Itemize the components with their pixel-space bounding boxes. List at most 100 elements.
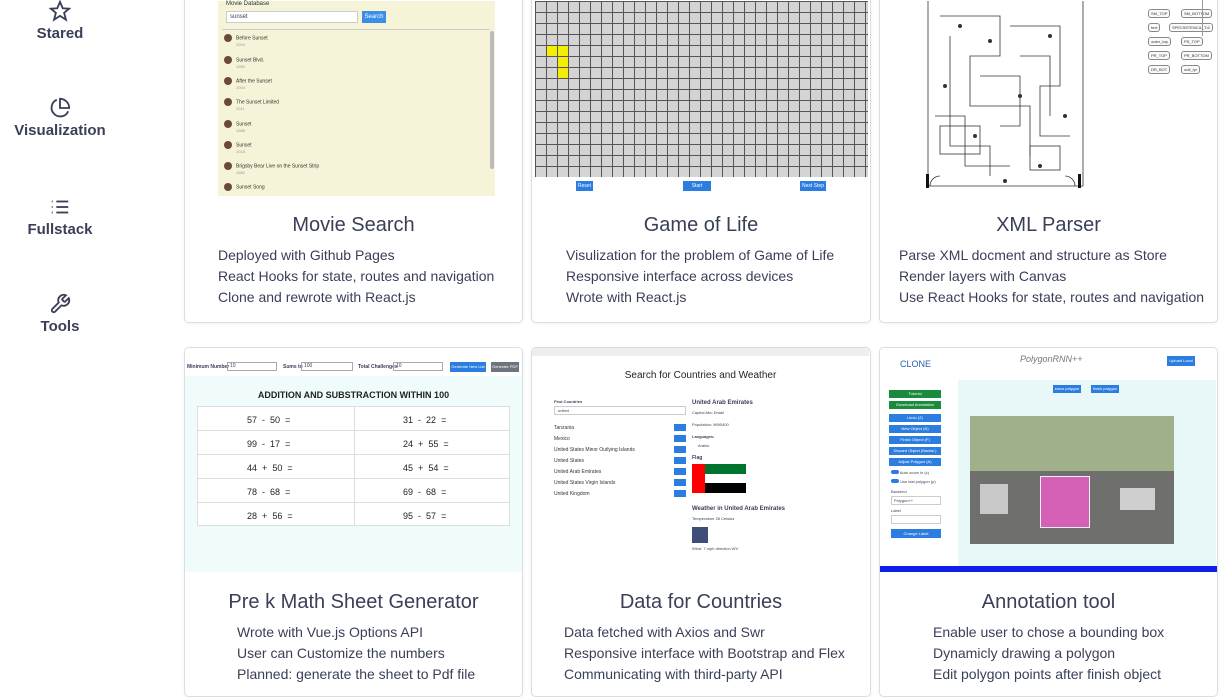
project-screenshot: Movie Database sunset Search Before Suns… xyxy=(185,0,522,196)
feature-list: Parse XML docment and structure as Store… xyxy=(899,245,1204,308)
feature-item: Responsive interface across devices xyxy=(566,268,794,284)
detail-title: United Arab Emirates xyxy=(692,400,753,406)
project-card-movie-search[interactable]: Movie Database sunset Search Before Suns… xyxy=(184,0,523,323)
countries-preview: Search for Countries and Weather Find Co… xyxy=(532,348,869,572)
project-card-countries[interactable]: Search for Countries and Weather Find Co… xyxy=(531,347,871,697)
weather-title: Weather in United Arab Emirates xyxy=(692,506,786,512)
pie-chart-icon xyxy=(50,97,71,118)
list-item: The Sunset Limited 2011 xyxy=(224,98,279,111)
project-card-xml-parser[interactable]: SM_TOP SM_BOTTOM text SPEC5STENCIL_T.6 o… xyxy=(879,0,1218,323)
start-button: Start xyxy=(683,181,711,191)
feature-list: Enable user to chose a bounding box Dyna… xyxy=(933,622,1164,685)
change-label-button: Change Label xyxy=(891,529,941,538)
layer-tag: PR_BOTTOM xyxy=(1181,51,1212,60)
live-cell xyxy=(558,68,568,78)
annotation-preview: CLONE PolygonRNN++ Upload Local show pol… xyxy=(880,348,1217,572)
feature-item: Enable user to chose a bounding box xyxy=(933,624,1165,640)
math-problem: 45 + 54 = xyxy=(403,463,449,473)
xml-pcb-preview: SM_TOP SM_BOTTOM text SPEC5STENCIL_T.6 o… xyxy=(880,0,1217,191)
list-item: United States Virgin Islands xyxy=(554,479,686,486)
project-card-annotation[interactable]: CLONE PolygonRNN++ Upload Local show pol… xyxy=(879,347,1218,697)
feature-item: Wrote with Vue.js Options API xyxy=(237,624,423,640)
sidebar-item-label: Stared xyxy=(36,25,84,42)
bottom-bar xyxy=(880,566,1217,572)
feature-list: Data fetched with Axios and Swr Responsi… xyxy=(564,622,845,685)
preview-search-input: sunset xyxy=(226,11,358,23)
project-screenshot: Minimum Number 10 Sums to 100 Total Chal… xyxy=(185,348,522,574)
feature-item: Responsive interface with Bootstrap and … xyxy=(564,645,845,661)
reset-button: Reset xyxy=(576,181,593,191)
feature-item: Wrote with React.js xyxy=(566,289,687,305)
sidebar-item-fullstack[interactable]: Fullstack xyxy=(0,196,120,238)
browser-bar xyxy=(532,348,869,356)
math-problem: 95 - 57 = xyxy=(403,511,447,521)
language-item: Arabic xyxy=(698,443,710,448)
sidebar-item-visualization[interactable]: Visualization xyxy=(0,97,120,139)
list-icon xyxy=(51,200,69,214)
pcb-drawing xyxy=(926,1,1084,188)
feature-item: Use React Hooks for state, routes and na… xyxy=(899,289,1205,305)
project-card-game-of-life[interactable]: Reset Start Next Step Game of Life Visul… xyxy=(531,0,871,323)
adjust-polygon-button: Adjust Polygon (A) xyxy=(889,458,941,466)
preview-search-button: Search xyxy=(362,11,386,23)
layer-tag: DR_BOT xyxy=(1148,65,1171,74)
math-problem: 69 - 68 = xyxy=(403,487,447,497)
toggle-last-polygon: Use last polygon (p) xyxy=(891,479,936,484)
layer-tag: SM_TOP xyxy=(1148,9,1171,18)
feature-item: Visulization for the problem of Game of … xyxy=(566,247,835,263)
sidebar-item-stared[interactable]: Stared xyxy=(0,0,120,42)
scrollbar xyxy=(490,31,494,169)
list-item: United Kingdom xyxy=(554,490,686,497)
feature-list: Deployed with Github Pages React Hooks f… xyxy=(218,245,494,308)
flag-label: Flag xyxy=(692,455,703,461)
finish-object-button: Finish Object (F) xyxy=(889,436,941,444)
finish-polygon-button: finish polygon xyxy=(1091,385,1119,393)
math-problem: 78 - 68 = xyxy=(247,487,291,497)
next-step-button: Next Step xyxy=(800,181,826,191)
sidebar-item-tools[interactable]: Tools xyxy=(0,293,120,335)
card-title: Movie Search xyxy=(292,214,415,236)
capital-text: Capital Abu Dhabi xyxy=(692,410,725,415)
list-item: Mexico xyxy=(554,435,686,442)
backend-select: Polygon++ xyxy=(891,496,941,505)
layer-tag: outl_lyr xyxy=(1181,65,1200,74)
list-item: United States Minor Outlying Islands xyxy=(554,446,686,453)
game-grid xyxy=(535,1,868,177)
weather-icon xyxy=(692,527,708,543)
feature-item: Deployed with Github Pages xyxy=(218,247,395,263)
layer-tag: SPEC5STENCIL_T.6 xyxy=(1169,23,1213,32)
languages-label: Languages: xyxy=(692,434,715,439)
card-title: Data for Countries xyxy=(619,591,783,613)
layer-tag: text xyxy=(1148,23,1161,32)
live-cell xyxy=(558,57,568,67)
project-screenshot: Search for Countries and Weather Find Co… xyxy=(532,348,870,574)
find-label: Find Countries xyxy=(554,399,583,404)
list-item: United Arab Emirates xyxy=(554,468,686,475)
math-sheet-preview: Minimum Number 10 Sums to 100 Total Chal… xyxy=(185,348,522,572)
upload-button: Upload Local xyxy=(1167,356,1195,366)
find-input: united xyxy=(554,406,686,415)
feature-item: Data fetched with Axios and Swr xyxy=(564,624,765,640)
list-item: Brigsby Bear Live on the Sunset Strip 198… xyxy=(224,162,319,175)
live-cell xyxy=(547,46,557,56)
feature-item: Render layers with Canvas xyxy=(899,268,1067,284)
layer-tag: PR_TOP xyxy=(1148,51,1170,60)
feature-item: Communicating with third-party API xyxy=(564,666,783,682)
feature-item: Dynamicly drawing a polygon xyxy=(933,645,1116,661)
problem-grid xyxy=(197,406,510,526)
feature-item: User can Customize the numbers xyxy=(237,645,445,661)
math-problem: 44 + 50 = xyxy=(247,463,293,473)
discard-object-button: Discard Object (Backsl.) xyxy=(889,447,941,455)
list-item: United States xyxy=(554,457,686,464)
uae-flag xyxy=(692,464,746,493)
toggle-auto-zoom: Auto zoom in (z) xyxy=(891,470,929,475)
list-item: Before Sunset 2004 xyxy=(224,34,268,47)
card-title: Annotation tool xyxy=(981,591,1116,613)
feature-item: React Hooks for state, routes and naviga… xyxy=(218,268,495,284)
math-problem: 31 - 22 = xyxy=(403,415,447,425)
list-item: Sunset Song xyxy=(224,183,265,191)
project-card-math-sheet[interactable]: Minimum Number 10 Sums to 100 Total Chal… xyxy=(184,347,523,697)
divider xyxy=(1202,0,1203,36)
preview-toolbar: Minimum Number 10 Sums to 100 Total Chal… xyxy=(185,348,522,376)
street-photo xyxy=(970,416,1174,544)
